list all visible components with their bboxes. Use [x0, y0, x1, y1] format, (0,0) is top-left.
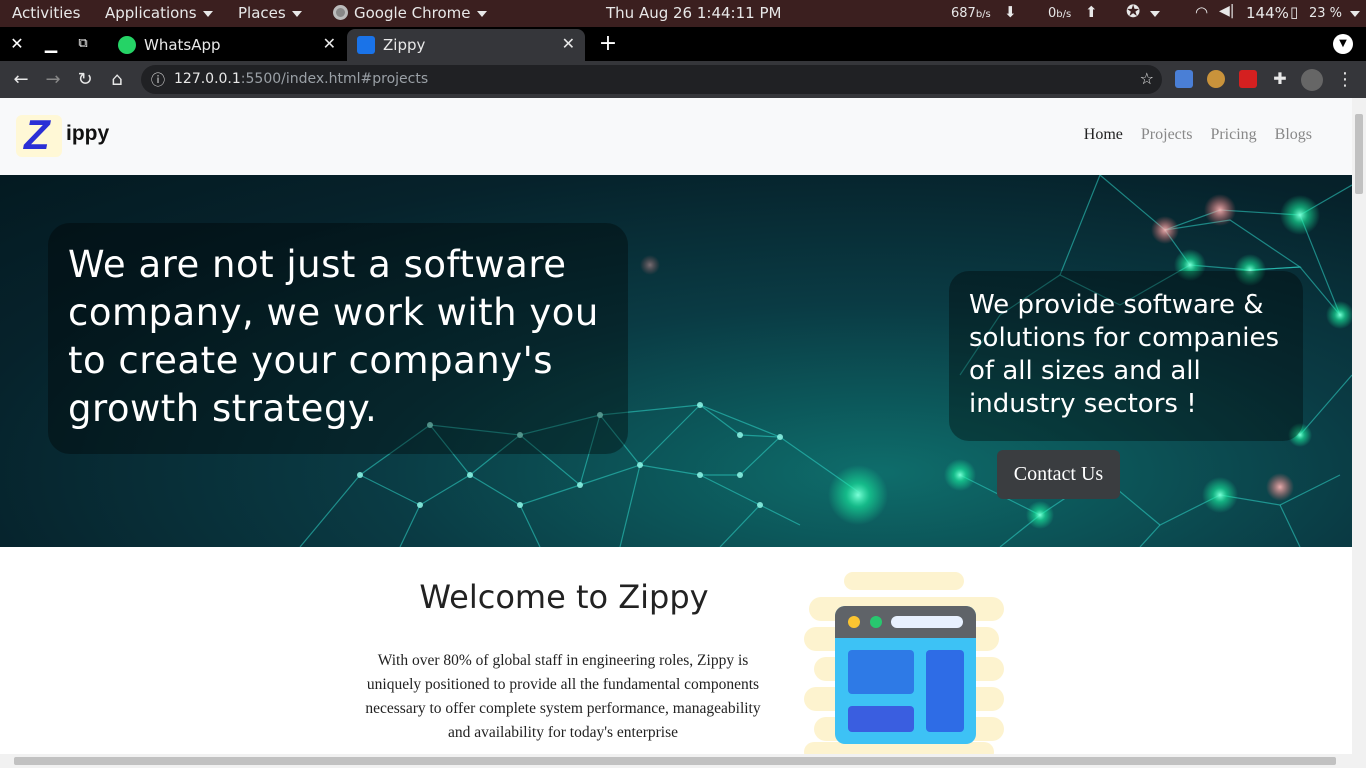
tab-label: WhatsApp: [144, 36, 221, 54]
nav-link-projects[interactable]: Projects: [1141, 126, 1193, 143]
hero-title: We are not just a software company, we w…: [68, 243, 599, 430]
upload-speed: 0b/s: [1048, 6, 1071, 21]
download-speed: 687b/s: [951, 6, 991, 21]
browser-window-illustration: [804, 572, 1004, 754]
horizontal-scrollbar[interactable]: [0, 754, 1366, 768]
translate-extension-icon[interactable]: [1175, 70, 1193, 88]
nav-link-blogs[interactable]: Blogs: [1275, 126, 1312, 143]
chevron-down-icon[interactable]: [1150, 4, 1160, 22]
new-tab-icon[interactable]: +: [597, 33, 619, 55]
whatsapp-icon: [118, 36, 136, 54]
nav-link-home[interactable]: Home: [1084, 126, 1123, 143]
close-icon[interactable]: ✕: [562, 34, 575, 53]
system-top-bar: Activities Applications Places Google Ch…: [0, 0, 1366, 27]
extensions-puzzle-icon[interactable]: ✚: [1271, 70, 1289, 88]
volume-icon[interactable]: ◀|: [1219, 3, 1234, 19]
window-restore-icon[interactable]: ⧉: [72, 33, 94, 55]
battery-level: 23 %: [1309, 6, 1343, 21]
clock[interactable]: Thu Aug 26 1:44:11 PM: [606, 4, 781, 22]
info-icon[interactable]: ⓘ: [151, 70, 165, 90]
browser-toolbar: ← → ↻ ⌂ ⓘ 127.0.0.1:5500/index.html#proj…: [0, 61, 1366, 98]
zippy-favicon-icon: [357, 36, 375, 54]
accessibility-icon[interactable]: ✪: [1126, 2, 1140, 22]
tab-strip: ✕ ▁ ⧉ WhatsApp ✕ Zippy ✕ + ▼: [0, 27, 1366, 61]
download-speed-unit: b/s: [975, 9, 991, 20]
chevron-down-icon[interactable]: [1350, 4, 1360, 22]
applications-menu[interactable]: Applications: [105, 4, 213, 22]
contact-us-button[interactable]: Contact Us: [997, 450, 1120, 499]
url-path: :5500/index.html#projects: [240, 71, 429, 87]
cookie-extension-icon[interactable]: [1207, 70, 1225, 88]
volume-level: 144%: [1246, 4, 1289, 22]
window-close-icon[interactable]: ✕: [6, 33, 28, 55]
tab-search-icon[interactable]: ▼: [1333, 34, 1353, 54]
back-icon[interactable]: ←: [9, 68, 33, 92]
bookmark-star-icon[interactable]: ☆: [1140, 69, 1154, 88]
chevron-down-icon: [476, 10, 487, 17]
download-speed-value: 687: [951, 6, 976, 21]
app-menu-label: Google Chrome: [354, 4, 471, 22]
caret-shape: [1350, 10, 1360, 17]
activities-button[interactable]: Activities: [12, 4, 80, 22]
url-host: 127.0.0.1: [174, 71, 241, 87]
more-menu-icon[interactable]: ⋮: [1333, 68, 1357, 92]
nav-link-pricing[interactable]: Pricing: [1210, 126, 1256, 143]
app-menu[interactable]: Google Chrome: [333, 4, 487, 22]
battery-icon[interactable]: ▯: [1290, 3, 1298, 21]
site-nav-links: Home Projects Pricing Blogs: [1070, 126, 1312, 144]
hero-section: We are not just a software company, we w…: [0, 175, 1352, 547]
logo-text: ippy: [66, 122, 110, 145]
site-navbar: Z ippy Home Projects Pricing Blogs: [0, 98, 1352, 175]
home-icon[interactable]: ⌂: [105, 68, 129, 92]
reload-icon[interactable]: ↻: [73, 68, 97, 92]
wifi-icon[interactable]: ◠: [1195, 3, 1208, 21]
site-logo[interactable]: Z ippy: [16, 111, 110, 158]
upload-speed-unit: b/s: [1056, 9, 1072, 20]
caret-shape: [1150, 10, 1160, 17]
chevron-down-icon: [202, 10, 213, 17]
profile-avatar[interactable]: [1301, 69, 1323, 91]
logo-letter: Z: [24, 111, 50, 158]
arrow-down-icon: ⬇: [1004, 3, 1017, 21]
hero-subtitle: We provide software & solutions for comp…: [969, 290, 1279, 419]
arrow-up-icon: ⬆: [1085, 3, 1098, 21]
tab-whatsapp[interactable]: WhatsApp ✕: [108, 29, 346, 61]
close-icon[interactable]: ✕: [323, 34, 336, 53]
applications-label: Applications: [105, 4, 197, 22]
window-minimize-icon[interactable]: ▁: [40, 33, 62, 55]
adblock-extension-icon[interactable]: [1239, 70, 1257, 88]
scrollbar-thumb[interactable]: [14, 757, 1336, 765]
forward-icon[interactable]: →: [41, 68, 65, 92]
scrollbar-thumb[interactable]: [1355, 114, 1363, 194]
places-label: Places: [238, 4, 286, 22]
chevron-down-icon: [291, 10, 302, 17]
welcome-text: With over 80% of global staff in enginee…: [365, 652, 761, 741]
tab-label: Zippy: [383, 36, 426, 54]
welcome-title: Welcome to Zippy: [419, 578, 709, 616]
vertical-scrollbar[interactable]: [1352, 98, 1366, 754]
address-bar[interactable]: ⓘ 127.0.0.1:5500/index.html#projects ☆: [141, 65, 1162, 94]
page-viewport: Z ippy Home Projects Pricing Blogs We ar…: [0, 98, 1352, 754]
chrome-icon: [333, 5, 348, 20]
places-menu[interactable]: Places: [238, 4, 302, 22]
tab-zippy[interactable]: Zippy ✕: [347, 29, 585, 61]
url-text[interactable]: 127.0.0.1:5500/index.html#projects: [174, 71, 428, 87]
